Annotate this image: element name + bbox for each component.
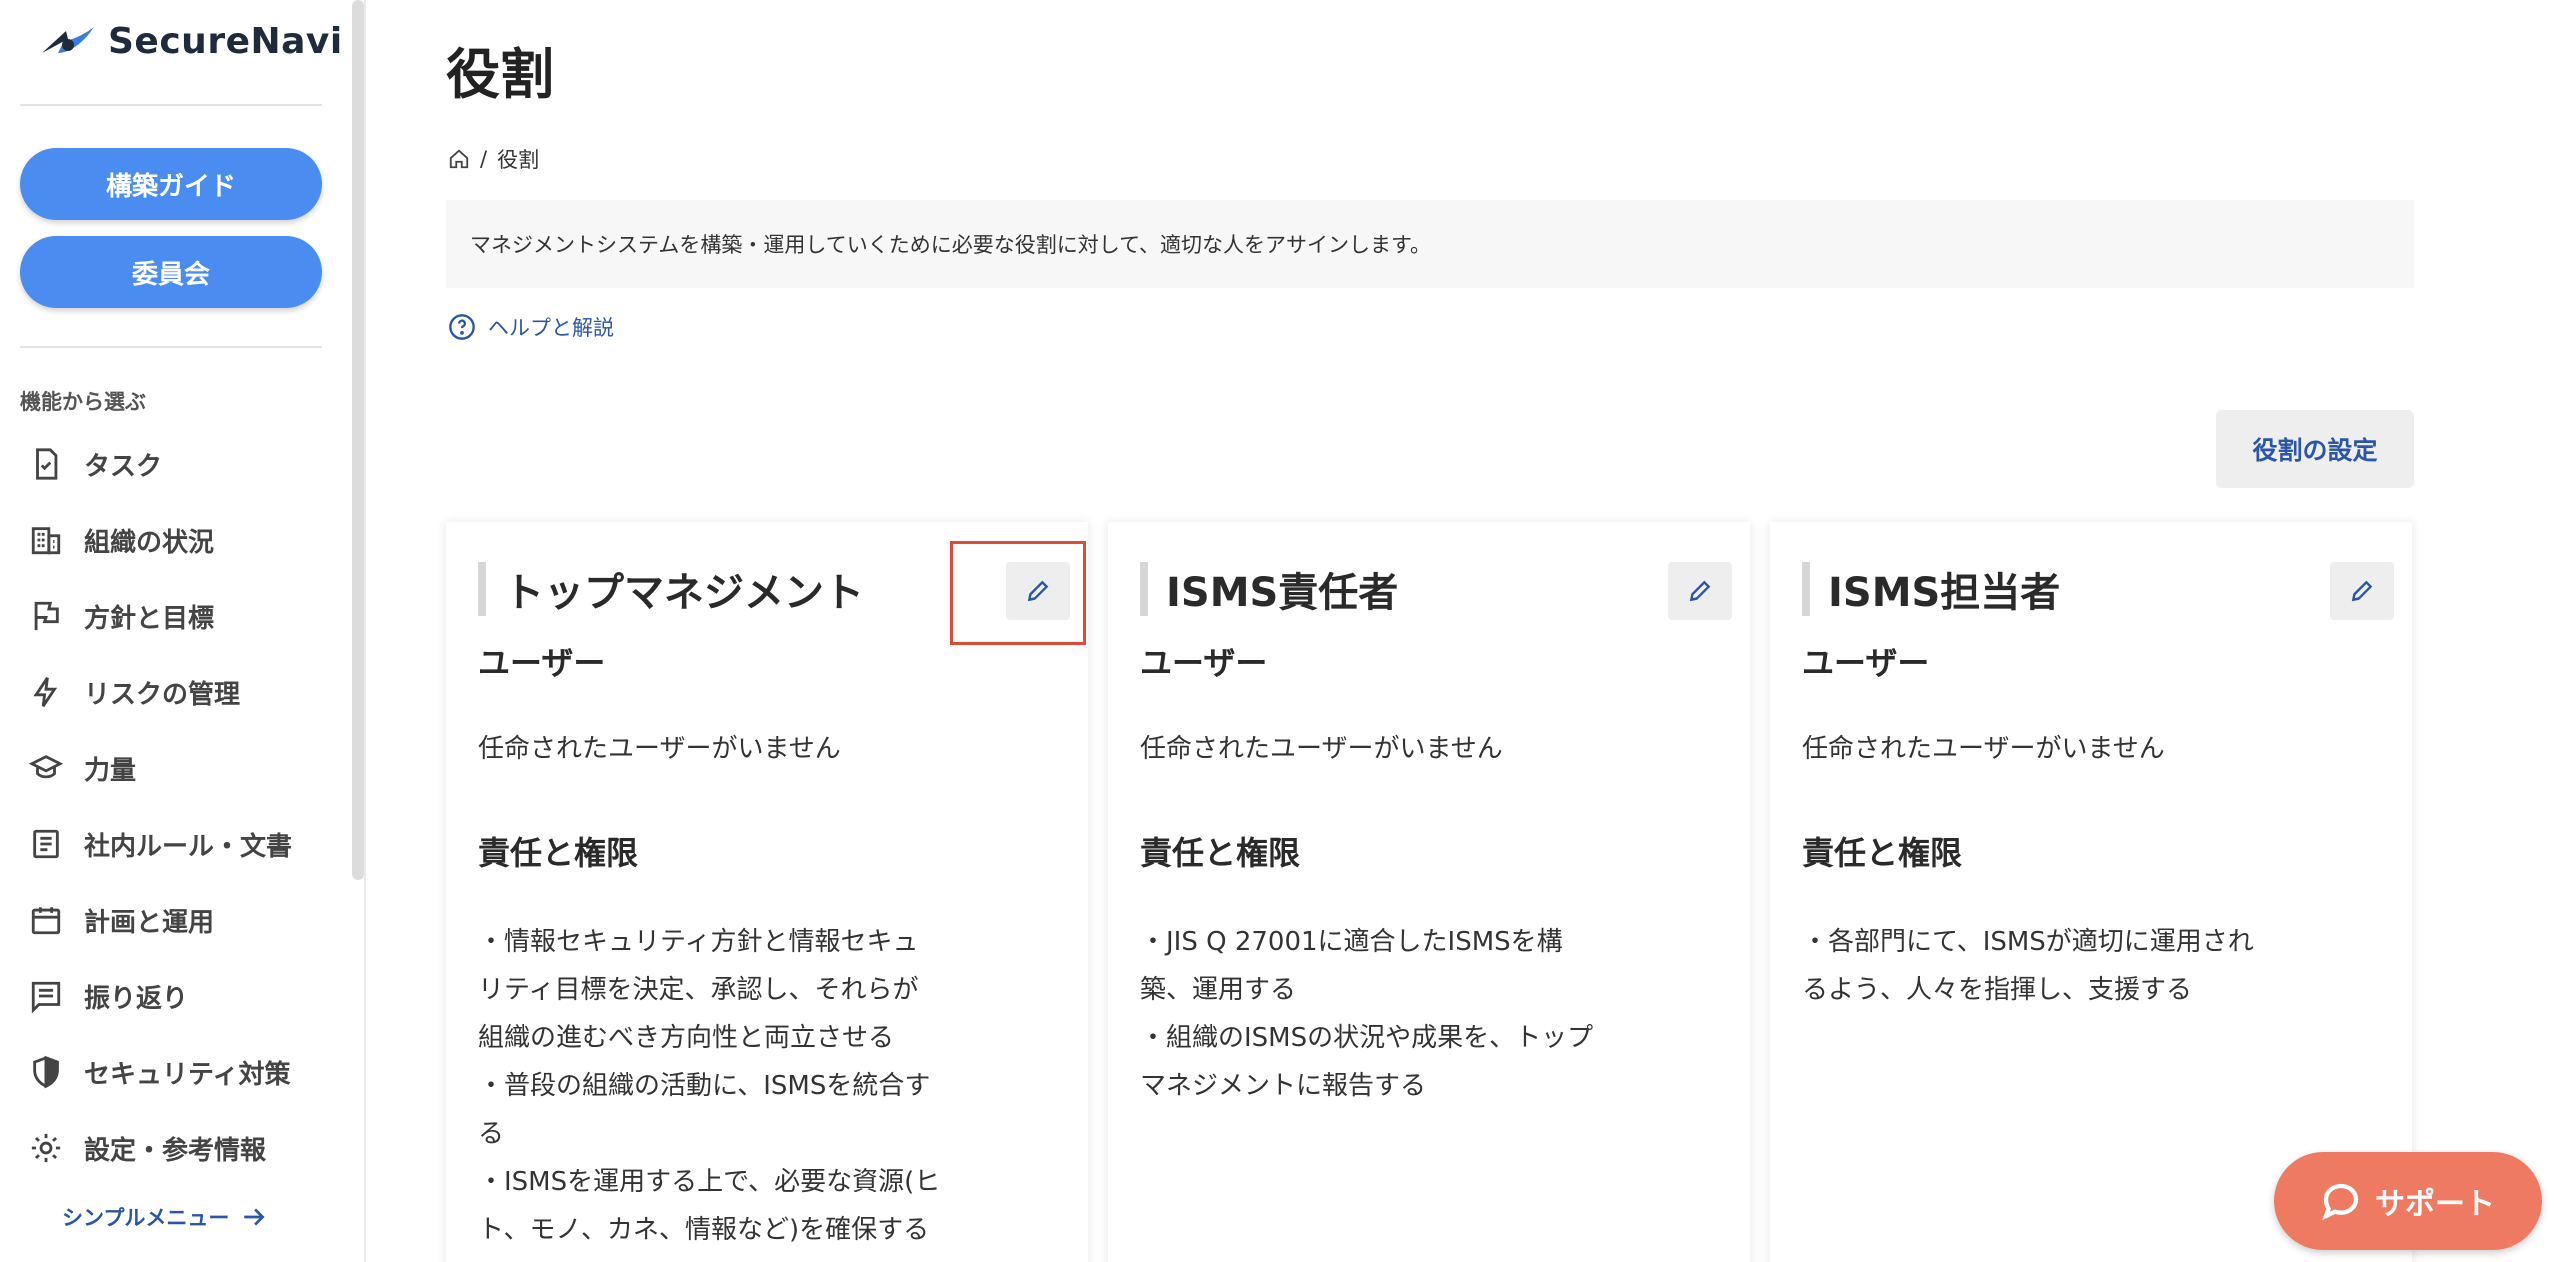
sidebar-item-label: セキュリティ対策 <box>84 1059 291 1090</box>
sidebar-section-label: 機能から選ぶ <box>20 390 146 414</box>
sidebar-item-label: タスク <box>84 451 163 482</box>
support-button[interactable]: サポート <box>2274 1152 2542 1250</box>
responsibility-line: ・ISMSを運用する上で、必要な資源(ヒ <box>478 1167 941 1197</box>
flag-icon <box>28 598 64 634</box>
responsibility-line: マネジメントに報告する <box>1140 1071 1427 1101</box>
securenavi-logo-icon <box>42 27 94 53</box>
sidebar-item-policy[interactable]: 方針と目標 <box>20 586 340 646</box>
message-lines-icon <box>28 978 64 1014</box>
support-button-label: サポート <box>2375 1187 2495 1222</box>
role-card-title: トップマネジメント <box>478 562 864 616</box>
page-title: 役割 <box>446 43 554 106</box>
sidebar-item-label: 組織の状況 <box>84 527 215 558</box>
breadcrumb-separator: / <box>480 147 488 171</box>
chat-bubble-icon <box>2322 1183 2359 1221</box>
sidebar-item-rules[interactable]: 社内ルール・文書 <box>20 814 340 874</box>
responsibility-line: ・各部門にて、ISMSが適切に運用され <box>1802 927 2254 957</box>
users-heading: ユーザー <box>1140 644 1268 682</box>
responsibility-line: リティ目標を決定、承認し、それらが <box>478 975 919 1005</box>
responsibility-line: ・組織のISMSの状況や成果を、トップ <box>1140 1023 1594 1053</box>
role-settings-button[interactable]: 役割の設定 <box>2216 410 2414 488</box>
responsibility-list: ・JIS Q 27001に適合したISMSを構 築、運用する ・組織のISMSの… <box>1140 918 1620 1110</box>
sidebar-divider <box>20 104 322 106</box>
sidebar-item-task[interactable]: タスク <box>20 434 340 494</box>
document-icon <box>28 826 64 862</box>
building-icon <box>28 522 64 558</box>
users-heading: ユーザー <box>478 644 606 682</box>
sidebar-item-label: 設定・参考情報 <box>84 1135 267 1166</box>
users-empty-text: 任命されたユーザーがいません <box>1140 734 1503 764</box>
responsibility-line: ・普段の組織の活動に、ISMSを統合す <box>478 1071 931 1101</box>
edit-role-button[interactable] <box>2330 562 2394 620</box>
sidebar-scrollbar-track <box>364 0 366 1262</box>
gear-icon <box>28 1130 64 1166</box>
arrow-right-icon <box>244 1208 265 1226</box>
sidebar-item-competence[interactable]: 力量 <box>20 738 340 798</box>
sidebar-item-review[interactable]: 振り返り <box>20 966 340 1026</box>
responsibility-line: る <box>478 1119 505 1149</box>
responsibility-line: るよう、人々を指揮し、支援する <box>1802 975 2193 1005</box>
help-link[interactable]: ヘルプと解説 <box>448 312 614 342</box>
sidebar-item-label: 振り返り <box>84 983 189 1014</box>
simple-menu-link[interactable]: シンプルメニュー <box>62 1202 267 1232</box>
role-card-isms-manager: ISMS責任者 ユーザー 任命されたユーザーがいません 責任と権限 ・JIS Q… <box>1108 522 1750 1262</box>
responsibility-list: ・各部門にて、ISMSが適切に運用され るよう、人々を指揮し、支援する <box>1802 918 2282 1014</box>
responsibility-heading: 責任と権限 <box>478 834 639 872</box>
committee-button[interactable]: 委員会 <box>20 236 322 308</box>
simple-menu-label: シンプルメニュー <box>62 1206 230 1230</box>
role-card-top-management: トップマネジメント ユーザー 任命されたユーザーがいません 責任と権限 ・情報セ… <box>446 522 1088 1262</box>
role-card-isms-staff: ISMS担当者 ユーザー 任命されたユーザーがいません 責任と権限 ・各部門にて… <box>1770 522 2412 1262</box>
help-circle-icon <box>449 314 475 340</box>
help-link-label: ヘルプと解説 <box>488 316 614 340</box>
breadcrumb-current: 役割 <box>497 148 540 172</box>
home-icon[interactable] <box>448 148 470 170</box>
responsibility-line: 築、運用する <box>1140 975 1297 1005</box>
task-check-icon <box>28 446 64 482</box>
lightning-icon <box>28 674 64 710</box>
responsibility-heading: 責任と権限 <box>1802 834 1963 872</box>
responsibility-line: ト、モノ、カネ、情報など)を確保する <box>478 1215 930 1245</box>
logo[interactable]: SecureNavi <box>38 16 343 66</box>
calendar-icon <box>28 902 64 938</box>
responsibility-line: ・JIS Q 27001に適合したISMSを構 <box>1140 927 1563 957</box>
sidebar: SecureNavi 構築ガイド 委員会 機能から選ぶ タスク 組織の状況 方針… <box>0 0 366 1262</box>
sidebar-item-planning[interactable]: 計画と運用 <box>20 890 340 950</box>
role-card-title: ISMS責任者 <box>1140 562 1398 616</box>
graduation-cap-icon <box>28 750 64 786</box>
sidebar-divider <box>20 346 322 348</box>
role-card-title: ISMS担当者 <box>1802 562 2060 616</box>
sidebar-item-settings[interactable]: 設定・参考情報 <box>20 1118 340 1178</box>
shield-icon <box>28 1054 64 1090</box>
edit-role-button[interactable] <box>1668 562 1732 620</box>
sidebar-item-label: 方針と目標 <box>84 603 215 634</box>
pencil-icon <box>1689 580 1711 602</box>
sidebar-item-label: 社内ルール・文書 <box>84 831 293 862</box>
responsibility-heading: 責任と権限 <box>1140 834 1301 872</box>
sidebar-item-label: 計画と運用 <box>84 907 215 938</box>
responsibility-list: ・情報セキュリティ方針と情報セキュ リティ目標を決定、承認し、それらが 組織の進… <box>478 918 958 1254</box>
responsibility-line: 組織の進むべき方向性と両立させる <box>478 1023 895 1053</box>
page-description-text: マネジメントシステムを構築・運用していくために必要な役割に対して、適切な人をアサ… <box>470 233 1431 257</box>
sidebar-item-risk[interactable]: リスクの管理 <box>20 662 340 722</box>
breadcrumb: / 役割 <box>448 144 539 174</box>
sidebar-item-security[interactable]: セキュリティ対策 <box>20 1042 340 1102</box>
pencil-icon <box>2351 580 2373 602</box>
responsibility-line: ・情報セキュリティ方針と情報セキュ <box>478 927 919 957</box>
sidebar-item-organization[interactable]: 組織の状況 <box>20 510 340 570</box>
users-empty-text: 任命されたユーザーがいません <box>1802 734 2165 764</box>
sidebar-item-label: リスクの管理 <box>84 679 241 710</box>
pencil-icon <box>1027 580 1049 602</box>
logo-text: SecureNavi <box>108 20 343 62</box>
users-empty-text: 任命されたユーザーがいません <box>478 734 841 764</box>
users-heading: ユーザー <box>1802 644 1930 682</box>
sidebar-item-label: 力量 <box>84 755 137 786</box>
sidebar-scrollbar[interactable] <box>352 0 364 880</box>
edit-role-button[interactable] <box>1006 562 1070 620</box>
page-description: マネジメントシステムを構築・運用していくために必要な役割に対して、適切な人をアサ… <box>446 200 2414 288</box>
construction-guide-button[interactable]: 構築ガイド <box>20 148 322 220</box>
